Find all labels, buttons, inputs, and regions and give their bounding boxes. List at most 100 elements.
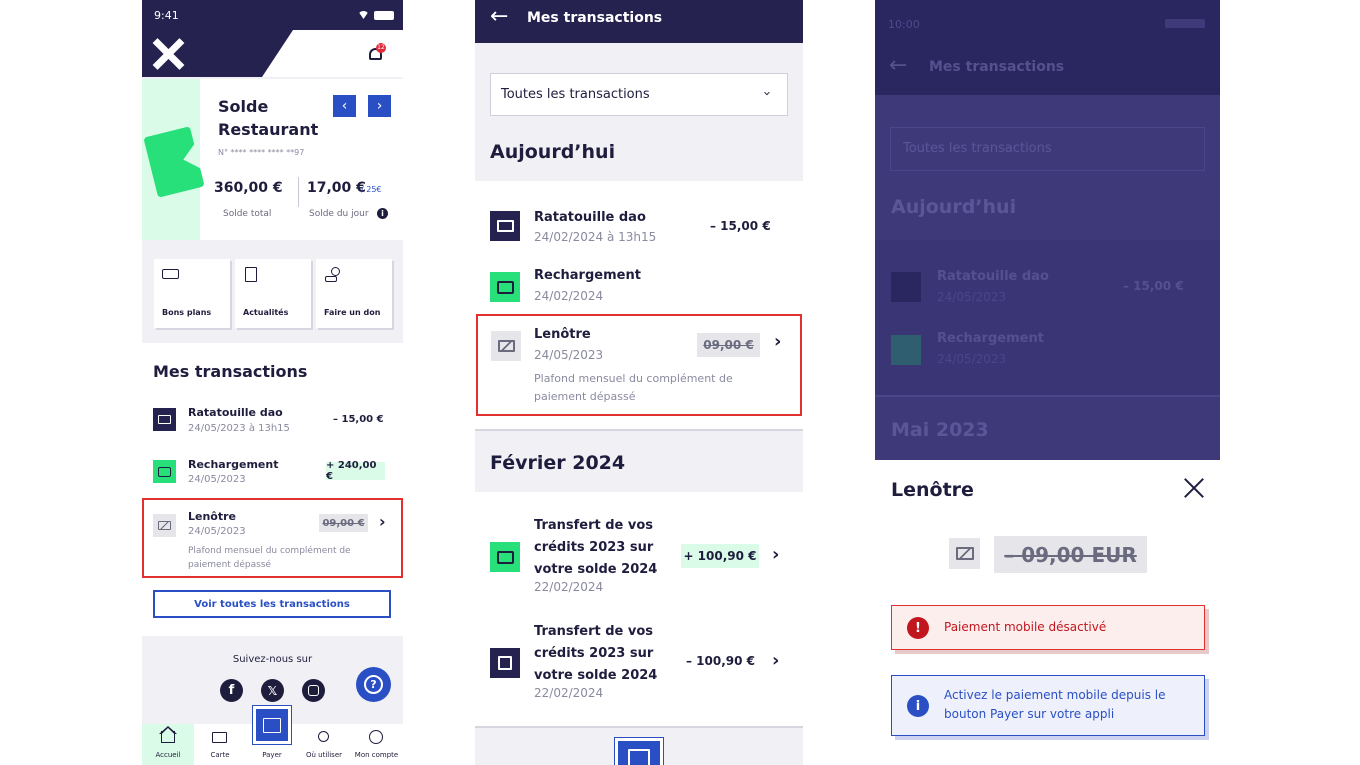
day-balance: 17,00 € — [307, 180, 366, 196]
status-time: 10:00 — [888, 18, 920, 31]
transaction-amount: – 15,00 € — [1123, 279, 1184, 293]
pay-button[interactable] — [252, 705, 292, 745]
notifications-bell-icon[interactable]: 12 — [366, 43, 386, 64]
transaction-row[interactable]: Rechargement 24/02/2024 — [475, 262, 803, 310]
recharge-icon — [891, 335, 921, 365]
shortcut-bons-plans[interactable]: Bons plans — [154, 259, 230, 328]
section-heading: Mai 2023 — [891, 419, 989, 441]
transaction-amount: – 100,90 € — [686, 654, 756, 668]
transaction-name: Ratatouille dao — [937, 269, 1049, 284]
transaction-amount-badge: 09,00 € — [697, 333, 760, 357]
transaction-name: Lenôtre — [534, 327, 591, 342]
nav-mon-compte[interactable]: Mon compte — [350, 724, 403, 765]
transaction-name: Ratatouille dao — [188, 406, 283, 419]
close-icon[interactable] — [1183, 477, 1205, 499]
prev-card-button[interactable]: ‹ — [333, 95, 356, 117]
transaction-name: Transfert de vos crédits 2023 sur votre … — [534, 624, 658, 683]
nav-payer[interactable]: Payer — [246, 705, 298, 765]
transaction-date: 24/02/2024 à 13h15 — [534, 230, 657, 244]
transaction-row[interactable]: Transfert de vos crédits 2023 sur votre … — [475, 618, 803, 708]
nav-carte[interactable]: Carte — [194, 724, 246, 765]
pay-button[interactable] — [614, 737, 664, 765]
battery-icon — [374, 11, 394, 20]
info-alert: i Activez le paiement mobile depuis le b… — [891, 675, 1205, 736]
section-divider — [475, 429, 803, 431]
section-divider — [875, 395, 1220, 397]
sheet-amount-badge: – 09,00 EUR — [994, 536, 1147, 573]
transaction-row[interactable]: Ratatouille dao 24/05/2023 à 13h15 – 15,… — [142, 402, 403, 442]
back-arrow-icon: ← — [889, 53, 908, 78]
page-title: Mes transactions — [527, 10, 663, 26]
section-heading: Aujourd’hui — [891, 196, 1017, 218]
transaction-amount-badge: + 240,00 € — [326, 460, 385, 482]
dimmed-list — [875, 240, 1220, 395]
info-icon: i — [907, 695, 929, 717]
status-icons — [1165, 19, 1205, 28]
transaction-date: 24/05/2023 — [534, 348, 604, 362]
help-question-icon: ? — [364, 675, 383, 694]
status-icons — [342, 10, 398, 20]
transaction-date: 22/02/2024 — [534, 686, 604, 700]
card-icon — [212, 732, 227, 743]
home-icon — [161, 731, 175, 743]
balance-card: Solde Restaurant ‹ › N° **** **** **** *… — [142, 79, 403, 240]
transaction-row[interactable]: Ratatouille dao 24/02/2024 à 13h15 – 15,… — [475, 200, 803, 250]
transaction-date: 24/02/2024 — [534, 289, 604, 303]
x-twitter-icon[interactable]: 𝕏 — [261, 679, 284, 702]
transaction-amount: – 15,00 € — [710, 219, 771, 233]
transactions-filter-select[interactable]: Toutes les transactions › — [490, 73, 788, 116]
transaction-name: Rechargement — [937, 331, 1044, 346]
transaction-amount-badge: 09,00 € — [319, 514, 368, 532]
donate-icon — [325, 267, 341, 283]
transaction-amount-badge: + 100,90 € — [681, 544, 759, 568]
filter-value: Toutes les transactions — [501, 87, 650, 102]
sheet-title: Lenôtre — [891, 479, 974, 501]
help-button[interactable]: ? — [356, 667, 391, 702]
nav-label: Carte — [210, 751, 230, 759]
transaction-name: Lenôtre — [188, 510, 237, 523]
shortcut-actualites[interactable]: Actualités — [235, 259, 311, 328]
filter-select-dimmed: Toutes les transactions — [890, 127, 1205, 171]
wifi-icon — [358, 11, 369, 19]
dimmed-header — [875, 0, 1220, 95]
instagram-icon[interactable] — [302, 679, 325, 702]
section-heading: Aujourd’hui — [490, 141, 616, 163]
signal-icon — [342, 12, 354, 19]
shortcut-faire-un-don[interactable]: Faire un don — [316, 259, 392, 328]
next-card-button[interactable]: › — [368, 95, 391, 117]
info-icon[interactable]: i — [377, 208, 388, 219]
nav-label: Payer — [262, 751, 282, 759]
transaction-name: Rechargement — [534, 268, 641, 283]
nav-label: Accueil — [155, 751, 181, 759]
card-disabled-icon — [153, 514, 176, 537]
transaction-date: 24/05/2023 à 13h15 — [188, 423, 290, 434]
shortcut-label: Faire un don — [324, 308, 381, 317]
shortcut-label: Actualités — [243, 308, 289, 317]
nav-ou-utiliser[interactable]: Où utiliser — [298, 724, 350, 765]
transaction-name: Ratatouille dao — [534, 210, 646, 225]
error-message: Paiement mobile désactivé — [944, 620, 1107, 634]
app-logo-icon — [152, 38, 185, 70]
transaction-date: 24/05/2023 — [937, 290, 1007, 304]
card-number: N° **** **** **** **97 — [218, 148, 305, 157]
shortcut-label: Bons plans — [162, 308, 212, 317]
transaction-name: Transfert de vos crédits 2023 sur votre … — [534, 518, 658, 577]
card-payment-icon — [153, 408, 176, 431]
back-arrow-icon[interactable]: ← — [490, 4, 508, 29]
nav-accueil[interactable]: Accueil — [142, 724, 194, 765]
highlighted-transaction[interactable]: Lenôtre 24/05/2023 09,00 € › Plafond men… — [142, 498, 403, 578]
card-disabled-icon — [949, 538, 980, 569]
section-divider — [475, 726, 803, 728]
highlighted-transaction[interactable]: Lenôtre 24/05/2023 09,00 € › Plafond men… — [476, 314, 802, 416]
transaction-row[interactable]: Transfert de vos crédits 2023 sur votre … — [475, 512, 803, 602]
phone-screen-detail-sheet: 10:00 ← Mes transactions Toutes les tran… — [875, 0, 1220, 765]
card-disabled-icon — [491, 331, 521, 361]
facebook-icon[interactable]: f — [220, 679, 243, 702]
view-all-transactions-button[interactable]: Voir toutes les transactions — [153, 590, 391, 618]
section-heading: Février 2024 — [490, 452, 626, 474]
transaction-detail-sheet: Lenôtre – 09,00 EUR ! Paiement mobile dé… — [875, 460, 1220, 765]
ticket-icon — [162, 269, 179, 279]
transaction-row[interactable]: Rechargement 24/05/2023 + 240,00 € — [142, 455, 403, 495]
transaction-note: Plafond mensuel du complément de paiemen… — [188, 546, 351, 570]
search-icon — [318, 731, 329, 742]
